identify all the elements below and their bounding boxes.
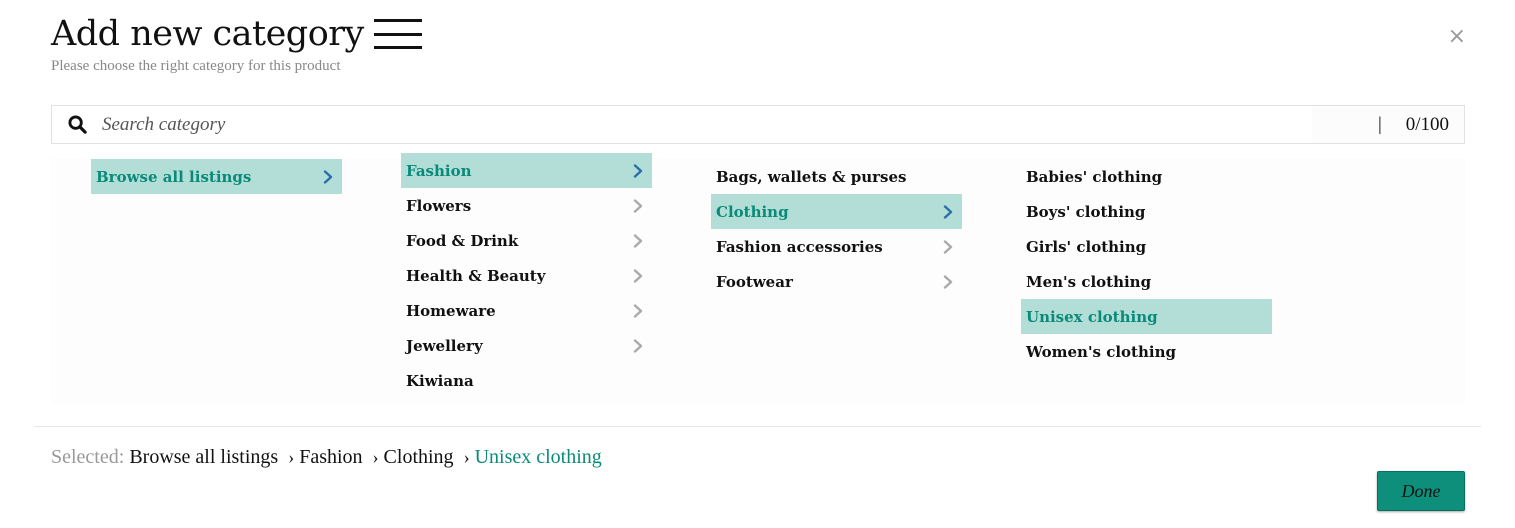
category-item[interactable]: Clothing [711,194,962,229]
category-item[interactable]: Flowers [401,188,652,223]
category-column-4: Babies' clothing Boys' clothing Girls' clo… [1021,159,1272,369]
search-icon[interactable] [52,115,102,134]
category-item-label: Flowers [406,196,472,215]
category-item-label: Kiwiana [406,371,474,390]
chevron-right-icon [632,303,644,318]
category-item-label: Girls' clothing [1026,237,1147,256]
category-item[interactable]: Men's clothing [1021,264,1272,299]
category-item-label: Health & Beauty [406,266,546,285]
chevron-right-icon [632,338,644,353]
category-item[interactable]: Health & Beauty [401,258,652,293]
category-item-label: Boys' clothing [1026,202,1146,221]
category-item-label: Fashion accessories [716,237,883,256]
category-item[interactable]: Food & Drink [401,223,652,258]
character-counter: | 0/100 [1312,106,1464,143]
hamburger-menu-icon[interactable] [373,16,422,52]
counter-separator: | [1378,113,1382,135]
search-input[interactable] [102,106,1312,143]
title-row: Add new category [51,14,422,54]
chevron-right-icon [942,204,954,219]
chevron-right-icon [632,233,644,248]
category-item[interactable]: Girls' clothing [1021,229,1272,264]
counter-value: 0/100 [1405,113,1449,135]
category-item-label: Clothing [716,202,789,221]
category-item-label: Food & Drink [406,231,519,250]
category-item[interactable]: Homeware [401,293,652,328]
selected-crumb-3[interactable]: Clothing [384,446,454,469]
category-item[interactable]: Kiwiana [401,363,652,398]
selected-crumb-2[interactable]: Fashion [299,446,362,469]
category-item-label: Footwear [716,272,793,291]
category-item[interactable]: Babies' clothing [1021,159,1272,194]
chevron-right-icon [322,169,334,184]
category-item[interactable]: Footwear [711,264,962,299]
done-button[interactable]: Done [1377,471,1465,511]
category-column-2: Fashion Flowers Food & Drink Health & Beaut… [401,153,652,398]
chevron-right-icon [632,268,644,283]
footer-divider [34,426,1481,427]
category-browser: Browse all listings Fashion Flowers Food &… [51,153,1465,403]
category-item[interactable]: Unisex clothing [1021,299,1272,334]
page-title: Add new category [51,14,364,54]
page-subtitle: Please choose the right category for thi… [51,58,341,74]
category-item-label: Women's clothing [1026,342,1176,361]
category-item-label: Fashion [406,161,472,180]
chevron-right-icon [942,274,954,289]
category-item[interactable]: Browse all listings [91,159,342,194]
selected-path: Selected: Browse all listings › Fashion … [51,446,602,469]
selected-crumb-1[interactable]: Browse all listings [129,446,278,469]
category-item[interactable]: Jewellery [401,328,652,363]
category-item[interactable]: Fashion accessories [711,229,962,264]
close-icon[interactable]: × [1448,24,1466,49]
selected-crumb-4[interactable]: Unisex clothing [475,446,602,469]
selected-label: Selected: [51,446,125,468]
category-item-label: Men's clothing [1026,272,1152,291]
search-bar: | 0/100 [51,105,1465,144]
category-item-label: Jewellery [406,336,483,355]
category-item[interactable]: Fashion [401,153,652,188]
category-item[interactable]: Women's clothing [1021,334,1272,369]
crumb-separator: › [463,447,470,467]
category-item-label: Bags, wallets & purses [716,167,907,186]
crumb-separator: › [372,447,379,467]
chevron-right-icon [632,198,644,213]
category-item-label: Homeware [406,301,496,320]
category-item-label: Browse all listings [96,167,252,186]
chevron-right-icon [632,163,644,178]
category-item-label: Unisex clothing [1026,307,1158,326]
category-item[interactable]: Bags, wallets & purses [711,159,962,194]
chevron-right-icon [942,239,954,254]
category-item[interactable]: Boys' clothing [1021,194,1272,229]
category-column-3: Bags, wallets & purses Clothing Fashion ac… [711,159,962,299]
dialog-header: Add new category Please choose the right… [51,14,422,75]
category-column-1: Browse all listings [91,159,342,194]
crumb-separator: › [288,447,295,467]
category-item-label: Babies' clothing [1026,167,1163,186]
